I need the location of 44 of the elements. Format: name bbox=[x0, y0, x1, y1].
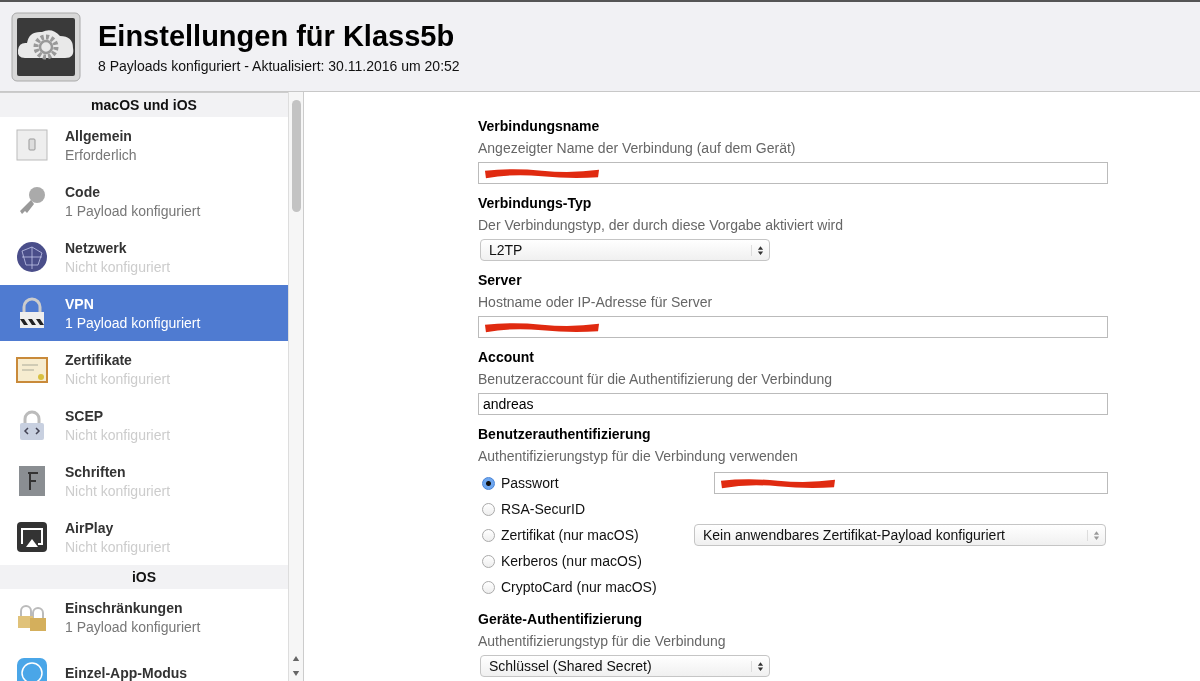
sidebar-item[interactable]: Code 1 Payload konfiguriert bbox=[0, 173, 289, 229]
airplay-icon bbox=[16, 521, 48, 553]
page-subtitle: 8 Payloads konfiguriert - Aktualisiert: 30.11.2016 um 20:52 bbox=[98, 57, 460, 74]
field-description: Authentifizierungstyp für die Verbindung bbox=[478, 632, 727, 650]
section-header: iOS bbox=[0, 565, 289, 589]
page-title: Einstellungen für Klass5b bbox=[98, 19, 456, 53]
radio-option[interactable]: RSA-SecurID bbox=[478, 501, 698, 517]
cloud-gear-icon bbox=[11, 11, 81, 82]
field-label: Verbindungs-Typ bbox=[478, 194, 593, 212]
dropdown[interactable]: Schlüssel (Shared Secret) bbox=[480, 655, 770, 677]
field-description: Benutzeraccount für die Authentifizierung der Verbindung bbox=[478, 370, 834, 388]
text-field[interactable] bbox=[478, 162, 1108, 184]
field-description: Angezeigter Name der Verbindung (auf dem Gerät) bbox=[478, 139, 797, 157]
field-label: Verbindungsname bbox=[478, 117, 601, 135]
field-label: Server bbox=[478, 271, 523, 289]
font-book-icon bbox=[16, 465, 48, 497]
field-label: Benutzerauthentifizierung bbox=[478, 425, 652, 443]
globe-icon bbox=[16, 241, 48, 273]
scroll-up-icon[interactable] bbox=[292, 655, 300, 662]
scrollbar[interactable] bbox=[288, 92, 303, 681]
updown-icon bbox=[751, 244, 764, 256]
sidebar-item[interactable]: Einschränkungen 1 Payload konfiguriert bbox=[0, 589, 289, 645]
field-label: Account bbox=[478, 348, 535, 366]
sidebar-item[interactable]: Allgemein Erforderlich bbox=[0, 117, 289, 173]
password-field[interactable] bbox=[714, 472, 1108, 494]
text-field[interactable]: andreas bbox=[478, 393, 1108, 415]
section-header: macOS und iOS bbox=[0, 93, 289, 117]
certificate-dropdown[interactable]: Kein anwendbares Zertifikat-Payload konfiguriert bbox=[694, 524, 1106, 546]
scroll-thumb[interactable] bbox=[291, 100, 301, 212]
updown-icon bbox=[1087, 529, 1100, 541]
radio-option[interactable]: Passwort bbox=[478, 475, 698, 491]
field-description: Hostname oder IP-Adresse für Server bbox=[478, 293, 714, 311]
dropdown[interactable]: L2TP bbox=[480, 239, 770, 261]
radio-option[interactable]: CryptoCard (nur macOS) bbox=[478, 579, 698, 595]
field-description: Der Verbindungstyp, der durch diese Vorgabe aktiviert wird bbox=[478, 216, 844, 234]
updown-icon bbox=[751, 660, 764, 672]
field-description: Authentifizierungstyp für die Verbindung verwenden bbox=[478, 447, 799, 465]
sidebar-item[interactable]: VPN 1 Payload konfiguriert bbox=[0, 285, 289, 341]
text-field[interactable] bbox=[478, 316, 1108, 338]
sidebar-item[interactable]: Einzel-App-Modus bbox=[0, 645, 289, 681]
radio-option[interactable]: Kerberos (nur macOS) bbox=[478, 553, 698, 569]
switch-icon bbox=[16, 129, 48, 161]
scroll-down-icon[interactable] bbox=[292, 670, 300, 677]
field-label: Geräte-Authentifizierung bbox=[478, 610, 644, 628]
